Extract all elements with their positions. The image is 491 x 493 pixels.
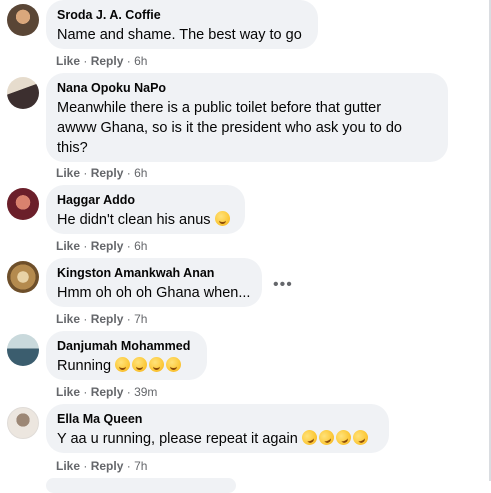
like-link[interactable]: Like — [56, 166, 80, 180]
separator: · — [83, 459, 88, 473]
comment-bubble: Kingston Amankwah Anan Hmm oh oh oh Ghan… — [46, 258, 262, 307]
comment-bubble: Ella Ma Queen Y aa u running, please rep… — [46, 404, 389, 453]
avatar[interactable] — [7, 334, 39, 366]
reply-link[interactable]: Reply — [91, 385, 124, 399]
grinning-squinting-face-icon — [166, 357, 182, 372]
comment-author[interactable]: Kingston Amankwah Anan — [57, 265, 251, 281]
separator: · — [126, 385, 131, 399]
reply-link[interactable]: Reply — [91, 54, 124, 68]
like-link[interactable]: Like — [56, 385, 80, 399]
comment-text-content: Running — [57, 358, 112, 374]
comment-author[interactable]: Danjumah Mohammed — [57, 338, 196, 354]
reply-link[interactable]: Reply — [91, 166, 124, 180]
comment-author[interactable]: Nana Opoku NaPo — [57, 80, 437, 96]
comment-bubble: Danjumah Mohammed Running — [46, 331, 207, 380]
comment-text: Running — [57, 356, 196, 376]
like-link[interactable]: Like — [56, 312, 80, 326]
comment-actions: Like · Reply · 6h — [56, 54, 147, 68]
rolling-on-floor-laughing-icon — [299, 427, 320, 448]
comment-actions: Like · Reply · 6h — [56, 166, 147, 180]
comment-text: He didn't clean his anus — [57, 210, 234, 230]
rolling-on-floor-laughing-icon — [316, 427, 337, 448]
comment-text-line: Meanwhile there is a public toilet befor… — [57, 100, 382, 116]
comment-author[interactable]: Sroda J. A. Coffie — [57, 7, 307, 23]
separator: · — [126, 54, 131, 68]
avatar[interactable] — [7, 407, 39, 439]
comment-author[interactable]: Haggar Addo — [57, 192, 234, 208]
comment-text: Meanwhile there is a public toilet befor… — [57, 98, 437, 158]
like-link[interactable]: Like — [56, 459, 80, 473]
comment-time[interactable]: 7h — [134, 459, 147, 473]
next-comment-bubble — [46, 478, 236, 493]
comment-text-content: He didn't clean his anus — [57, 212, 211, 228]
comment-time[interactable]: 39m — [134, 385, 157, 399]
comment-time[interactable]: 6h — [134, 166, 147, 180]
comment-text-line: awww Ghana, so is it the president who a… — [57, 120, 402, 136]
comment-text: Y aa u running, please repeat it again — [57, 427, 378, 449]
comment-text: Hmm oh oh oh Ghana when... — [57, 285, 251, 301]
separator: · — [83, 385, 88, 399]
comment-actions: Like · Reply · 39m — [56, 385, 157, 399]
comment-text: Name and shame. The best way to go — [57, 27, 302, 43]
comment-actions: Like · Reply · 6h — [56, 239, 147, 253]
comment-text-line: this? — [57, 140, 88, 156]
avatar[interactable] — [7, 261, 39, 293]
reply-link[interactable]: Reply — [91, 239, 124, 253]
grinning-squinting-face-icon — [115, 357, 131, 372]
grinning-squinting-face-icon — [132, 357, 148, 372]
like-link[interactable]: Like — [56, 54, 80, 68]
separator: · — [83, 239, 88, 253]
comment-time[interactable]: 6h — [134, 239, 147, 253]
separator: · — [83, 312, 88, 326]
comment-actions: Like · Reply · 7h — [56, 459, 147, 473]
separator: · — [126, 239, 131, 253]
separator: · — [126, 166, 131, 180]
grinning-face-icon — [214, 211, 230, 226]
comment-bubble: Sroda J. A. Coffie Name and shame. The b… — [46, 0, 318, 49]
comment-text-content: Y aa u running, please repeat it again — [57, 431, 298, 447]
comment-actions: Like · Reply · 7h — [56, 312, 147, 326]
comment-time[interactable]: 6h — [134, 54, 147, 68]
comment-bubble: Nana Opoku NaPo Meanwhile there is a pub… — [46, 73, 448, 162]
comment-time[interactable]: 7h — [134, 312, 147, 326]
avatar[interactable] — [7, 4, 39, 36]
rolling-on-floor-laughing-icon — [350, 427, 371, 448]
reply-link[interactable]: Reply — [91, 459, 124, 473]
grinning-squinting-face-icon — [149, 357, 165, 372]
comment-bubble: Haggar Addo He didn't clean his anus — [46, 185, 245, 234]
avatar[interactable] — [7, 188, 39, 220]
rolling-on-floor-laughing-icon — [333, 427, 354, 448]
comment-author[interactable]: Ella Ma Queen — [57, 411, 378, 427]
reply-link[interactable]: Reply — [91, 312, 124, 326]
avatar[interactable] — [7, 77, 39, 109]
separator: · — [83, 54, 88, 68]
separator: · — [126, 312, 131, 326]
separator: · — [83, 166, 88, 180]
ellipsis-icon[interactable]: ••• — [273, 276, 293, 294]
separator: · — [126, 459, 131, 473]
like-link[interactable]: Like — [56, 239, 80, 253]
